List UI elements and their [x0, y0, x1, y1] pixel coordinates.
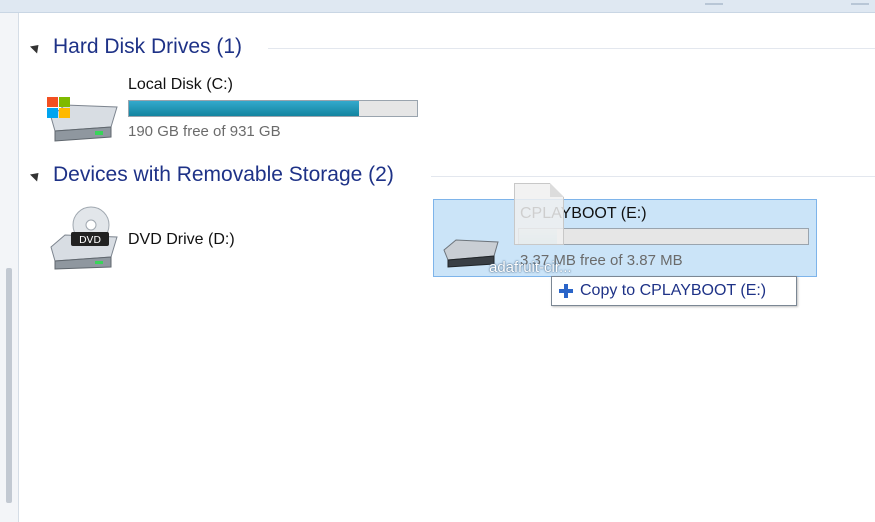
hard-drive-windows-icon: [47, 97, 118, 142]
group-header-removable-storage[interactable]: Devices with Removable Storage (2): [29, 161, 394, 189]
dragged-file-icon: [514, 183, 564, 245]
drive-free-space: 190 GB free of 931 GB: [128, 123, 281, 140]
drive-item-local-disk[interactable]: Local Disk (C:) 190 GB free of 931 GB: [43, 73, 423, 153]
drive-name: DVD Drive (D:): [128, 231, 235, 248]
drives-view: Hard Disk Drives (1) Local Disk (C:) 190…: [19, 13, 875, 522]
dvd-drive-icon: DVD: [50, 206, 118, 270]
toolbar-edge-mark: [851, 3, 869, 5]
tooltip-label: Copy to CPLAYBOOT (E:): [580, 282, 767, 299]
dragged-file-label: adafruit-cir...: [489, 259, 572, 276]
collapse-arrow-icon[interactable]: [29, 40, 43, 54]
group-header-hard-disk-drives[interactable]: Hard Disk Drives (1): [29, 33, 242, 61]
navigation-pane: [0, 13, 19, 522]
group-header-label: Hard Disk Drives (1): [53, 35, 243, 58]
group-divider: [268, 48, 875, 49]
group-header-label: Devices with Removable Storage (2): [53, 163, 394, 186]
drive-item-dvd[interactable]: DVD DVD Drive (D:): [43, 203, 263, 275]
drive-usage-bar: [128, 100, 418, 117]
drop-tooltip: Copy to CPLAYBOOT (E:): [551, 276, 797, 306]
navigation-scrollbar[interactable]: [6, 268, 12, 503]
drive-usage-fill: [129, 101, 360, 116]
window-top-bar: [0, 0, 875, 13]
drive-name: Local Disk (C:): [128, 76, 233, 93]
svg-text:DVD: DVD: [79, 235, 101, 246]
collapse-arrow-icon[interactable]: [29, 168, 43, 182]
group-divider: [431, 176, 875, 177]
plus-icon: [559, 284, 573, 298]
toolbar-edge-mark: [705, 3, 723, 5]
